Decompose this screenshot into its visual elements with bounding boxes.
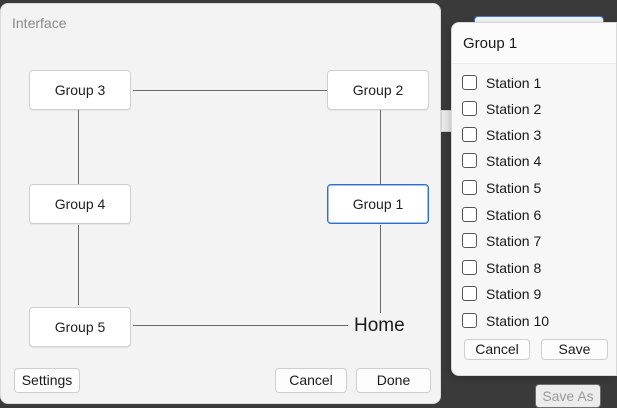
edge-group5-home [133, 325, 348, 326]
station-checkbox[interactable] [462, 127, 477, 142]
node-group-1[interactable]: Group 1 [327, 184, 429, 224]
edge-group3-group4 [78, 110, 79, 184]
station-checkbox[interactable] [462, 313, 477, 328]
node-group-3[interactable]: Group 3 [29, 70, 131, 110]
background-save-as-button: Save As [535, 384, 601, 408]
cancel-button[interactable]: Cancel [275, 368, 347, 393]
done-button[interactable]: Done [356, 368, 431, 393]
station-checkbox[interactable] [462, 233, 477, 248]
popup-cancel-button[interactable]: Cancel [464, 339, 530, 360]
popup-title: Group 1 [463, 35, 518, 52]
station-checkbox[interactable] [462, 180, 477, 195]
node-group-5[interactable]: Group 5 [29, 307, 131, 347]
station-label: Station 5 [486, 180, 542, 196]
station-popup: Group 1 Station 1 Station 2 Station 3 St… [451, 22, 617, 376]
station-checkbox[interactable] [462, 286, 477, 301]
station-label: Station 1 [486, 75, 542, 91]
node-group-2[interactable]: Group 2 [327, 70, 429, 110]
station-label: Station 10 [486, 313, 550, 329]
station-label: Station 9 [486, 286, 542, 302]
station-checkbox[interactable] [462, 207, 477, 222]
station-checkbox[interactable] [462, 75, 477, 90]
edge-group4-group5 [78, 225, 79, 305]
station-checkbox[interactable] [462, 260, 477, 275]
station-label: Station 3 [486, 127, 542, 143]
station-label: Station 6 [486, 207, 542, 223]
station-label: Station 2 [486, 101, 542, 117]
interface-dialog: Interface Group 3 Group 2 Group 4 Group … [0, 3, 441, 404]
station-label: Station 7 [486, 233, 542, 249]
edge-group3-group2 [133, 90, 328, 91]
background-window-edge [441, 110, 451, 132]
station-label: Station 4 [486, 153, 542, 169]
station-checkbox[interactable] [462, 101, 477, 116]
node-group-4[interactable]: Group 4 [29, 184, 131, 224]
edge-group2-group1 [380, 110, 381, 184]
edge-group1-home [380, 225, 381, 313]
settings-button[interactable]: Settings [14, 368, 80, 393]
node-home[interactable]: Home [354, 315, 405, 337]
popup-save-button[interactable]: Save [541, 339, 608, 360]
station-checkbox[interactable] [462, 153, 477, 168]
dialog-title: Interface [12, 15, 67, 31]
popup-header: Group 1 [452, 23, 616, 64]
station-label: Station 8 [486, 260, 542, 276]
